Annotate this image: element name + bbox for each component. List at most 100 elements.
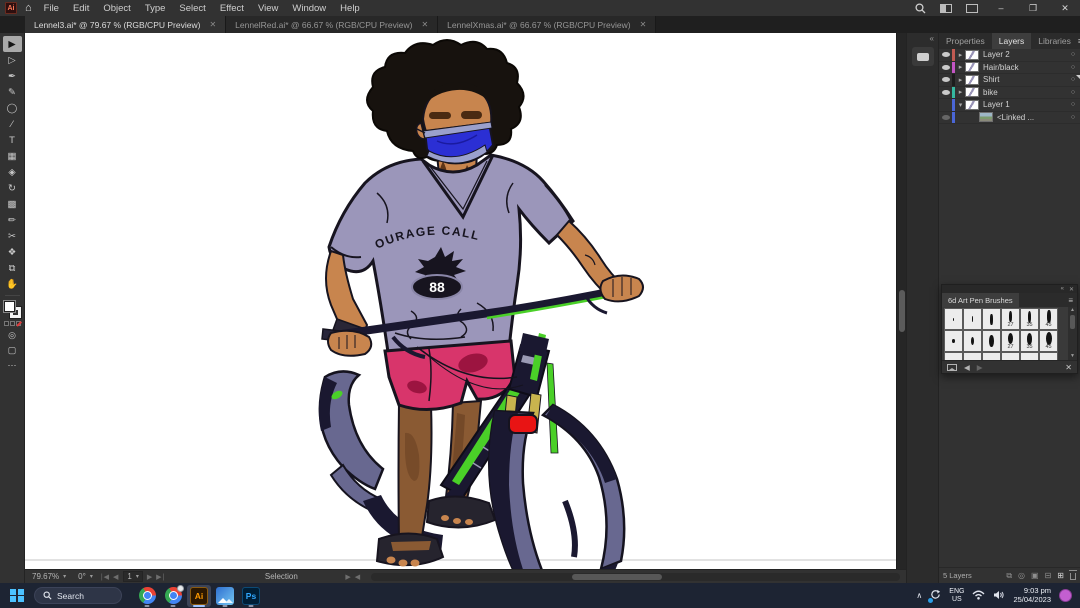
scroll-down-icon[interactable]: ▼ [1070, 353, 1075, 359]
delete-brush-icon[interactable]: ✕ [1065, 363, 1072, 372]
brush-swatch[interactable] [944, 308, 963, 330]
fill-stroke-swatches[interactable] [2, 300, 22, 319]
shape-builder-tool[interactable]: ◈ [3, 164, 22, 180]
taskbar-chrome[interactable] [135, 585, 159, 607]
taskbar-search[interactable]: Search [34, 587, 122, 604]
layer-name[interactable]: Hair/black [983, 63, 1066, 72]
brush-swatch[interactable]: 45 [1039, 330, 1058, 352]
menu-view[interactable]: View [258, 3, 278, 14]
wifi-icon[interactable] [972, 590, 985, 602]
zoom-level[interactable]: 79.67% ▾ [28, 571, 70, 582]
gradient-button[interactable] [9, 321, 15, 326]
new-sublayer-icon[interactable]: ⊟ [1045, 571, 1052, 580]
language-indicator[interactable]: ENG US [949, 588, 964, 603]
tab-lennelxmas[interactable]: LennelXmas.ai* @ 66.67 % (RGB/CPU Previe… [438, 16, 657, 33]
drawing-modes-button[interactable]: ◎ [8, 330, 16, 341]
brush-swatch[interactable] [1039, 352, 1058, 360]
clock[interactable]: 9:03 pm 25/04/2023 [1013, 586, 1051, 604]
artboard-canvas[interactable]: OURAGE CALLE 88 [25, 33, 896, 569]
locate-object-icon[interactable]: ◎ [1018, 571, 1025, 580]
layer-name[interactable]: <Linked ... [997, 113, 1066, 122]
gradient-tool[interactable]: ▩ [3, 196, 22, 212]
menu-help[interactable]: Help [340, 3, 360, 14]
brush-swatch[interactable] [944, 330, 963, 352]
curvature-tool[interactable]: ✎ [3, 84, 22, 100]
layer-row-bike[interactable]: ▸ bike ○ [939, 86, 1080, 99]
brush-swatch[interactable]: 35 [1020, 308, 1039, 330]
menu-file[interactable]: File [44, 3, 59, 14]
horizontal-scrollbar-thumb[interactable] [572, 573, 662, 580]
menu-edit[interactable]: Edit [73, 3, 89, 14]
next-library-icon[interactable]: ▶ [977, 363, 983, 372]
fill-swatch[interactable] [2, 300, 16, 313]
brush-libraries-icon[interactable] [947, 363, 957, 371]
expand-chevron[interactable]: ▾ [956, 101, 965, 109]
brush-swatch[interactable] [982, 308, 1001, 330]
onedrive-sync-icon[interactable] [928, 589, 941, 603]
brush-swatch[interactable]: 27 [1001, 330, 1020, 352]
selection-tool[interactable]: ▶ [2, 36, 22, 52]
target-circle[interactable]: ○ [1066, 101, 1080, 108]
menu-select[interactable]: Select [179, 3, 205, 14]
brush-swatch[interactable]: 45 [1039, 308, 1058, 330]
edit-toolbar-button[interactable]: ⋯ [8, 360, 17, 371]
comments-panel-icon[interactable] [911, 47, 934, 66]
tab-close-icon[interactable]: ✕ [209, 20, 216, 29]
artboards-tool[interactable]: ⧉ [3, 260, 22, 276]
layer-name[interactable]: Shirt [983, 75, 1066, 84]
type-tool[interactable]: T [3, 132, 22, 148]
notification-badge[interactable] [1059, 589, 1072, 602]
taskbar-photoshop[interactable]: Ps [239, 585, 263, 607]
tab-lennelred[interactable]: LennelRed.ai* @ 66.67 % (RGB/CPU Preview… [226, 16, 439, 33]
brush-swatch[interactable] [982, 330, 1001, 352]
first-artboard-button[interactable]: |◀ ◀ [101, 573, 120, 581]
brush-swatch[interactable]: 35 [1020, 330, 1039, 352]
tab-close-icon[interactable]: ✕ [640, 20, 647, 29]
visibility-toggle[interactable] [939, 77, 952, 83]
home-icon[interactable]: ⌂ [25, 2, 32, 14]
pencil-tool[interactable]: ✏ [3, 212, 22, 228]
tab-properties[interactable]: Properties [939, 33, 992, 49]
search-icon[interactable] [915, 2, 926, 14]
start-button[interactable] [10, 588, 24, 603]
close-button[interactable]: ✕ [1056, 3, 1074, 14]
visibility-toggle[interactable] [939, 64, 952, 70]
symbol-tool[interactable]: ❖ [3, 244, 22, 260]
visibility-toggle[interactable] [939, 52, 952, 58]
hidden-icons-chevron[interactable]: ∧ [916, 591, 922, 600]
layer-name[interactable]: bike [983, 88, 1066, 97]
make-mask-icon[interactable]: ▣ [1031, 571, 1039, 580]
target-circle[interactable]: ○ [1066, 64, 1080, 71]
collect-for-export-icon[interactable]: ⧉ [1006, 571, 1012, 581]
tab-layers[interactable]: Layers [991, 33, 1032, 49]
brushes-scrollbar-thumb[interactable] [1070, 315, 1075, 329]
collapse-dock-icon[interactable]: « [930, 34, 938, 43]
menu-window[interactable]: Window [292, 3, 326, 14]
vertical-scrollbar[interactable] [896, 33, 906, 569]
none-button[interactable] [15, 321, 21, 326]
taskbar-illustrator[interactable]: Ai [187, 584, 211, 607]
expand-chevron[interactable]: ▸ [956, 76, 965, 84]
layer-row-shirt[interactable]: ▸ Shirt ○ [939, 74, 1080, 87]
scroll-left-arrow[interactable]: ▶ ◀ [345, 573, 361, 581]
target-circle[interactable]: ○ [1066, 51, 1080, 58]
artboard-navigation[interactable]: 1 ▾ [123, 571, 143, 582]
menu-type[interactable]: Type [145, 3, 166, 14]
rotation-field[interactable]: 0° ▾ [74, 571, 97, 582]
brush-swatch[interactable] [1001, 352, 1020, 360]
brushes-scrollbar[interactable]: ▲ ▼ [1068, 307, 1077, 360]
expand-chevron[interactable]: ▸ [956, 51, 965, 59]
artboard-tool[interactable]: ▦ [3, 148, 22, 164]
last-artboard-button[interactable]: ▶ ▶| [147, 573, 166, 581]
scissors-tool[interactable]: ✂ [3, 228, 22, 244]
tab-libraries[interactable]: Libraries [1031, 33, 1078, 49]
brush-swatch[interactable] [963, 352, 982, 360]
layer-name[interactable]: Layer 1 [983, 100, 1066, 109]
shape-tool[interactable]: ◯ [3, 100, 22, 116]
minimize-button[interactable]: – [992, 3, 1010, 13]
vertical-scrollbar-thumb[interactable] [899, 290, 905, 333]
target-circle[interactable]: ○ [1066, 114, 1080, 121]
illustrator-logo-icon[interactable]: Ai [5, 2, 17, 14]
layer-name[interactable]: Layer 2 [983, 50, 1066, 59]
taskbar-photos[interactable] [213, 585, 237, 607]
